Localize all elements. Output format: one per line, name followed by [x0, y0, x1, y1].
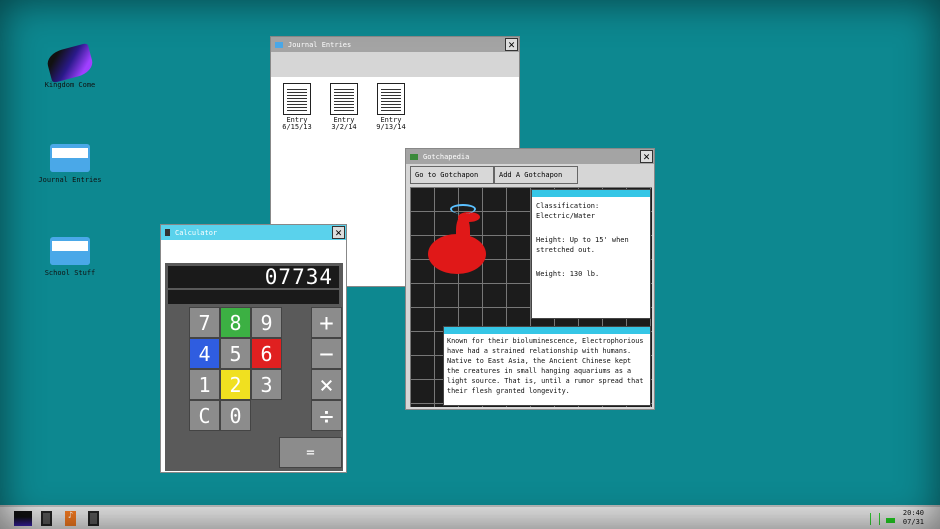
calculator-secondary-display: [168, 290, 339, 304]
desktop-icon-kingdom-come[interactable]: Kingdom Come: [35, 48, 105, 89]
taskbar: ♪ 20:40 07/31: [0, 505, 940, 529]
info-panel: Classification: Electric/Water Height: U…: [531, 189, 651, 319]
description-panel: Known for their bioluminescence, Electro…: [443, 326, 651, 406]
journal-entry[interactable]: Entry3/2/14: [323, 83, 365, 131]
digit-key[interactable]: 3: [251, 369, 282, 400]
document-icon: [283, 83, 311, 115]
desktop-icon-journal-entries[interactable]: Journal Entries: [35, 140, 105, 184]
journal-entry[interactable]: Entry9/13/14: [370, 83, 412, 131]
go-to-gotchapon-button[interactable]: Go to Gotchapon: [410, 166, 494, 184]
digit-key[interactable]: 8: [220, 307, 251, 338]
toolbar: [271, 52, 519, 77]
digit-key[interactable]: 1: [189, 369, 220, 400]
equals-key[interactable]: =: [279, 437, 342, 468]
app-icon: [410, 154, 418, 160]
digit-key[interactable]: 9: [251, 307, 282, 338]
digit-key[interactable]: 7: [189, 307, 220, 338]
operator-key[interactable]: −: [311, 338, 342, 369]
digit-key[interactable]: 2: [220, 369, 251, 400]
document-icon: [377, 83, 405, 115]
close-button[interactable]: ✕: [640, 150, 653, 163]
add-gotchapon-button[interactable]: Add A Gotchapon: [494, 166, 578, 184]
operator-key[interactable]: ×: [311, 369, 342, 400]
clock-time: 20:40: [903, 509, 924, 518]
folder-icon: [275, 42, 283, 48]
digit-key[interactable]: 0: [220, 400, 251, 431]
folder-icon: [50, 233, 90, 265]
taskbar-music-app[interactable]: ♪: [65, 511, 76, 526]
digit-key[interactable]: C: [189, 400, 220, 431]
digit-key[interactable]: 5: [220, 338, 251, 369]
calculator-body: 07734 789456123C0 +−×÷ =: [165, 263, 343, 471]
digit-key[interactable]: 6: [251, 338, 282, 369]
document-icon: [330, 83, 358, 115]
operator-key[interactable]: +: [311, 307, 342, 338]
calculator-display: 07734: [168, 266, 339, 288]
start-button[interactable]: [14, 511, 32, 526]
close-button[interactable]: ✕: [505, 38, 518, 51]
close-button[interactable]: ✕: [332, 226, 345, 239]
calculator-icon: [165, 229, 170, 236]
calculator-window: Calculator ✕ 07734 789456123C0 +−×÷ =: [160, 224, 347, 473]
battery-icon: [886, 518, 895, 523]
taskbar-calculator-app[interactable]: [88, 511, 99, 526]
creature-image: [428, 212, 493, 280]
operator-key[interactable]: ÷: [311, 400, 342, 431]
clock-date: 07/31: [903, 518, 924, 527]
title-bar[interactable]: Calculator ✕: [161, 225, 346, 240]
folder-icon: [50, 140, 90, 172]
digit-key[interactable]: 4: [189, 338, 220, 369]
creature-viewer: Classification: Electric/Water Height: U…: [410, 187, 652, 407]
title-bar[interactable]: Journal Entries ✕: [271, 37, 519, 52]
desktop-icon-school-stuff[interactable]: School Stuff: [35, 233, 105, 277]
signal-icon: [870, 513, 880, 525]
journal-entry[interactable]: Entry6/15/13: [276, 83, 318, 131]
gotchapedia-window: Gotchapedia ✕ Go to Gotchapon Add A Gotc…: [405, 148, 655, 410]
title-bar[interactable]: Gotchapedia ✕: [406, 149, 654, 164]
taskbar-journal-app[interactable]: [41, 511, 52, 526]
game-icon: [45, 43, 95, 83]
